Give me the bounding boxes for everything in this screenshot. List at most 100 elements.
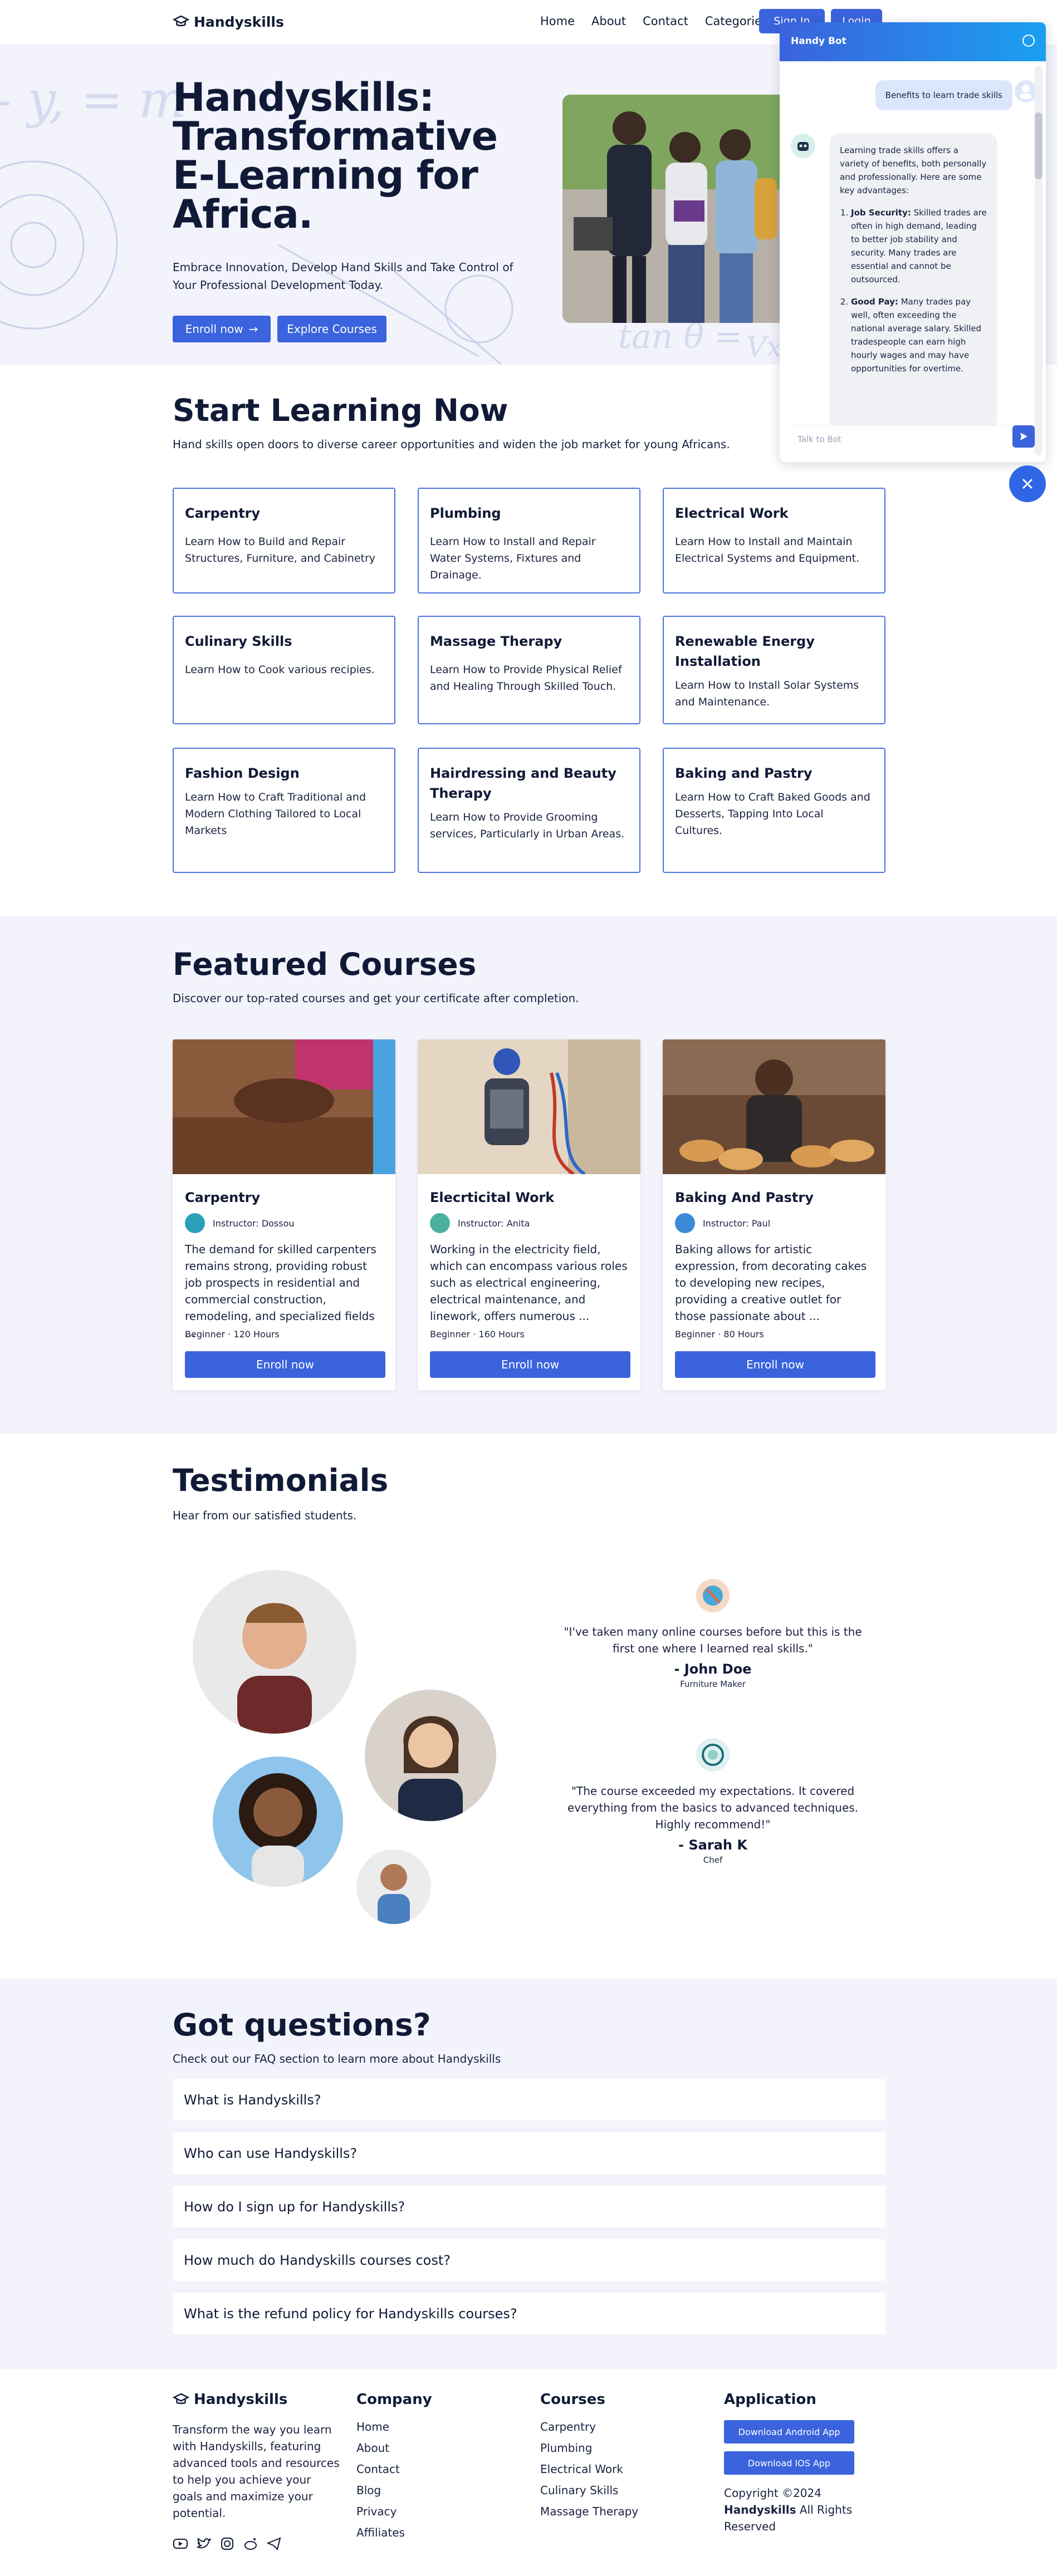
twitter-icon[interactable] (196, 2536, 212, 2552)
footer-link[interactable]: Massage Therapy (540, 2505, 638, 2518)
testimonial-avatar-icon (696, 1579, 730, 1612)
brand-logo[interactable]: Handyskills (173, 13, 284, 30)
close-icon (1022, 478, 1033, 489)
footer-link[interactable]: Culinary Skills (540, 2484, 638, 2497)
skill-desc: Learn How to Install Solar Systems and M… (675, 679, 859, 708)
chat-scrollbar[interactable] (1035, 66, 1043, 455)
explore-courses-button[interactable]: Explore Courses (277, 316, 386, 342)
bot-point-text: Skilled trades are often in high demand,… (851, 208, 987, 284)
carpentry-photo (173, 1039, 395, 1174)
skill-card[interactable]: Renewable Energy Installation Learn How … (663, 616, 885, 724)
electrical-photo (418, 1039, 640, 1176)
chat-input[interactable]: Talk to Bot (789, 425, 1022, 453)
course-meta: Beginner · 80 Hours (675, 1329, 764, 1339)
testimonial-name: - Sarah K (678, 1837, 747, 1853)
enroll-button[interactable]: Enroll now (675, 1351, 875, 1378)
skill-title: Hairdressing and Beauty Therapy (430, 766, 616, 801)
reddit-icon[interactable] (243, 2536, 258, 2552)
footer-link[interactable]: About (356, 2441, 432, 2455)
footer-link[interactable]: Blog (356, 2484, 432, 2497)
footer-logo[interactable]: Handyskills (173, 2391, 340, 2408)
faq-question[interactable]: How much do Handyskills courses cost? (173, 2239, 885, 2281)
faq-subtitle: Check out our FAQ section to learn more … (173, 2052, 501, 2065)
student-photo (213, 1756, 343, 1887)
copyright-brand: Handyskills (724, 2503, 796, 2516)
skill-desc: Learn How to Craft Baked Goods and Desse… (675, 791, 870, 837)
instructor-name: Instructor: Paul (703, 1218, 771, 1229)
hero-enroll-button[interactable]: Enroll now → (173, 316, 271, 342)
instagram-icon[interactable] (219, 2536, 235, 2552)
chat-close-button[interactable] (1009, 465, 1046, 502)
testimonial-role: Chef (703, 1855, 723, 1865)
footer-company-title: Company (356, 2391, 432, 2408)
skill-card[interactable]: Massage Therapy Learn How to Provide Phy… (418, 616, 640, 724)
faq-question[interactable]: How do I sign up for Handyskills? (173, 2186, 885, 2227)
footer-company: Company Home About Contact Blog Privacy … (356, 2391, 432, 2547)
footer-link[interactable]: Electrical Work (540, 2462, 638, 2476)
course-meta: Beginner · 160 Hours (430, 1329, 525, 1339)
skill-card[interactable]: Baking and Pastry Learn How to Craft Bak… (663, 748, 885, 873)
skill-desc: Learn How to Craft Traditional and Moder… (185, 791, 366, 837)
course-card[interactable]: Carpentry Instructor: Dossou The demand … (173, 1039, 395, 1390)
enroll-button[interactable]: Enroll now (430, 1351, 630, 1378)
hero-title: Handyskills: Transformative E-Learning f… (173, 75, 498, 237)
bot-intro: Learning trade skills offers a variety o… (840, 145, 987, 195)
testimonial-name: - John Doe (674, 1661, 752, 1677)
footer-link[interactable]: Carpentry (540, 2420, 638, 2433)
enroll-button[interactable]: Enroll now (185, 1351, 385, 1378)
nav-links: Home About Contact Categories (540, 14, 768, 28)
testimonial-card: "I've taken many online courses before b… (557, 1579, 869, 1689)
footer-link[interactable]: Privacy (356, 2505, 432, 2518)
download-ios-button[interactable]: Download IOS App (724, 2451, 854, 2475)
footer-application-title: Application (724, 2391, 816, 2408)
course-image (173, 1039, 395, 1174)
bot-avatar (791, 134, 815, 158)
nav-contact[interactable]: Contact (643, 14, 688, 28)
bot-message: Learning trade skills offers a variety o… (830, 134, 997, 429)
instructor-avatar (185, 1213, 205, 1233)
course-card[interactable]: Elecrticital Work Instructor: Anita Work… (418, 1039, 640, 1390)
course-desc: Baking allows for artistic expression, f… (675, 1243, 867, 1323)
svg-text:Vx: Vx (746, 331, 782, 363)
footer-link[interactable]: Plumbing (540, 2441, 638, 2455)
page: Handyskills Home About Contact Categorie… (0, 0, 1057, 2576)
footer-link[interactable]: Affiliates (356, 2526, 432, 2539)
course-meta: Beginner · 120 Hours (185, 1329, 280, 1339)
telegram-icon[interactable] (266, 2536, 282, 2552)
refresh-icon[interactable] (1022, 35, 1035, 47)
testimonials-subtitle: Hear from our satisfied students. (173, 1509, 357, 1522)
send-button[interactable] (1012, 425, 1035, 448)
brand-name: Handyskills (194, 13, 284, 30)
youtube-icon[interactable] (173, 2536, 188, 2552)
course-image (663, 1039, 885, 1174)
chat-scroll-thumb[interactable] (1035, 112, 1043, 179)
nav-home[interactable]: Home (540, 14, 575, 28)
download-android-button[interactable]: Download Android App (724, 2420, 854, 2443)
hero-subtitle: Embrace Innovation, Develop Hand Skills … (173, 261, 513, 292)
chatbot-window: Handy Bot Benefits to learn trade skills… (780, 22, 1046, 462)
skill-title: Baking and Pastry (675, 766, 813, 781)
testimonial-text: "The course exceeded my expectations. It… (567, 1784, 859, 1831)
arrow-right-icon: → (248, 322, 258, 336)
skill-card[interactable]: Fashion Design Learn How to Craft Tradit… (173, 748, 395, 873)
graduation-cap-icon (173, 15, 189, 27)
course-card[interactable]: Baking And Pastry Instructor: Paul Bakin… (663, 1039, 885, 1390)
skill-card[interactable]: Electrical Work Learn How to Install and… (663, 488, 885, 593)
faq-question[interactable]: What is the refund policy for Handyskill… (173, 2293, 885, 2334)
faq-question[interactable]: Who can use Handyskills? (173, 2132, 885, 2174)
bot-point-text: Many trades pay well, often exceeding th… (851, 297, 982, 374)
skill-card[interactable]: Carpentry Learn How to Build and Repair … (173, 488, 395, 593)
footer-link[interactable]: Contact (356, 2462, 432, 2476)
skill-desc: Learn How to Install and Repair Water Sy… (430, 536, 596, 581)
skill-card[interactable]: Culinary Skills Learn How to Cook variou… (173, 616, 395, 724)
skill-card[interactable]: Plumbing Learn How to Install and Repair… (418, 488, 640, 593)
footer-about: Handyskills Transform the way you learn … (173, 2391, 340, 2552)
footer-link[interactable]: Home (356, 2420, 432, 2433)
skill-desc: Learn How to Provide Physical Relief and… (430, 664, 622, 693)
nav-about[interactable]: About (591, 14, 626, 28)
bot-points: Job Security: Skilled trades are often i… (851, 206, 987, 375)
bot-point: Job Security: Skilled trades are often i… (851, 206, 987, 286)
faq-question[interactable]: What is Handyskills? (173, 2079, 885, 2121)
svg-text:- y, = m: - y, = m (0, 71, 187, 129)
skill-card[interactable]: Hairdressing and Beauty Therapy Learn Ho… (418, 748, 640, 873)
